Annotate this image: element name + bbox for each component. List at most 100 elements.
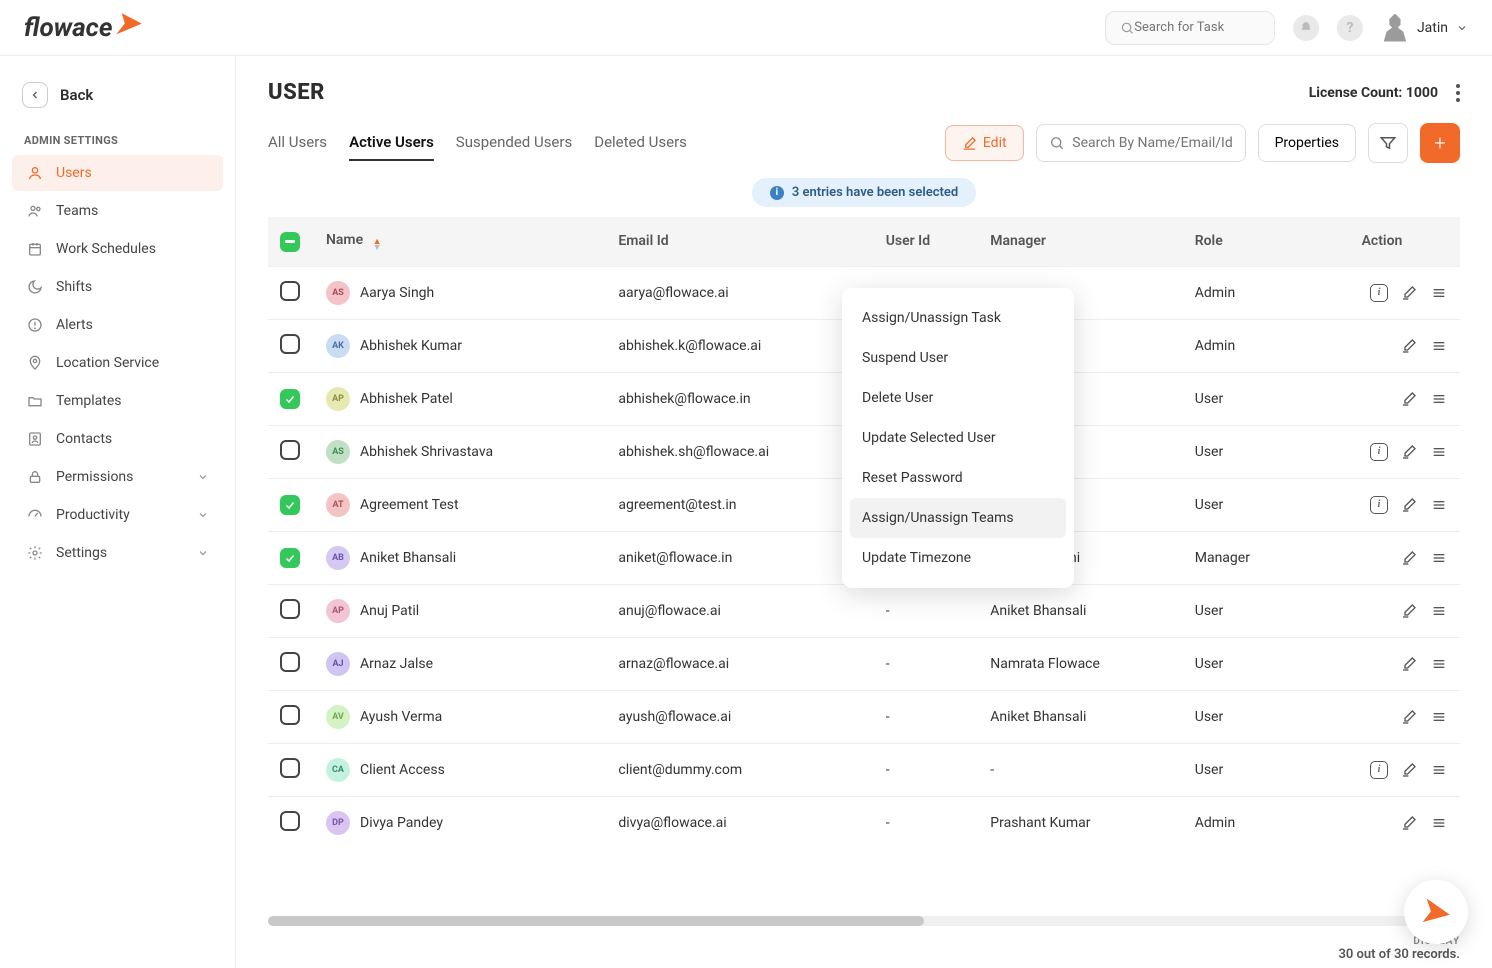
dropdown-item-update-selected-user[interactable]: Update Selected User [842, 418, 1074, 458]
row-menu-button[interactable] [1430, 708, 1448, 726]
dropdown-item-reset-password[interactable]: Reset Password [842, 458, 1074, 498]
sidebar-item-location-service[interactable]: Location Service [12, 345, 223, 381]
sidebar-item-productivity[interactable]: Productivity [12, 497, 223, 533]
table-row: AVAyush Vermaayush@flowace.ai-Aniket Bha… [268, 690, 1460, 743]
edit-row-button[interactable] [1400, 496, 1418, 514]
help-button[interactable]: ? [1337, 15, 1363, 41]
user-search[interactable] [1036, 124, 1246, 162]
col-email[interactable]: Email Id [606, 217, 873, 266]
select-all-checkbox[interactable] [280, 232, 300, 252]
row-menu-button[interactable] [1430, 496, 1448, 514]
user-email: agreement@test.in [606, 478, 873, 531]
tab-suspended-users[interactable]: Suspended Users [456, 125, 572, 161]
filter-button[interactable] [1368, 123, 1408, 163]
row-menu-button[interactable] [1430, 390, 1448, 408]
sidebar-item-work-schedules[interactable]: Work Schedules [12, 231, 223, 267]
scrollbar-thumb[interactable] [268, 916, 924, 926]
user-menu[interactable]: Jatin [1381, 14, 1468, 42]
edit-row-button[interactable] [1400, 284, 1418, 302]
user-manager: Aniket Bhansali [978, 690, 1182, 743]
pencil-icon [1401, 497, 1417, 513]
row-menu-button[interactable] [1430, 602, 1448, 620]
edit-row-button[interactable] [1400, 602, 1418, 620]
row-menu-button[interactable] [1430, 284, 1448, 302]
row-checkbox[interactable] [280, 334, 300, 354]
properties-button[interactable]: Properties [1258, 124, 1356, 162]
edit-button[interactable]: Edit [945, 125, 1024, 161]
pencil-icon [1401, 656, 1417, 672]
user-email: divya@flowace.ai [606, 796, 873, 849]
more-options-button[interactable] [1456, 84, 1460, 102]
col-manager[interactable]: Manager [978, 217, 1182, 266]
horizontal-scrollbar[interactable] [268, 916, 1460, 926]
notifications-button[interactable] [1293, 15, 1319, 41]
row-menu-button[interactable] [1430, 655, 1448, 673]
user-avatar: AV [326, 705, 350, 729]
back-button[interactable]: Back [12, 76, 223, 114]
edit-row-button[interactable] [1400, 337, 1418, 355]
sidebar-item-label: Users [56, 165, 92, 181]
dropdown-item-assign-unassign-task[interactable]: Assign/Unassign Task [842, 298, 1074, 338]
dropdown-item-suspend-user[interactable]: Suspend User [842, 338, 1074, 378]
user-email: arnaz@flowace.ai [606, 637, 873, 690]
edit-label: Edit [983, 135, 1007, 151]
sidebar-item-permissions[interactable]: Permissions [12, 459, 223, 495]
row-checkbox[interactable] [280, 495, 300, 515]
user-avatar: AS [326, 281, 350, 305]
user-email: abhishek.sh@flowace.ai [606, 425, 873, 478]
row-checkbox[interactable] [280, 811, 300, 831]
edit-row-button[interactable] [1400, 655, 1418, 673]
row-checkbox[interactable] [280, 389, 300, 409]
edit-row-button[interactable] [1400, 814, 1418, 832]
user-icon [26, 165, 44, 181]
user-email: abhishek@flowace.in [606, 372, 873, 425]
sidebar-item-users[interactable]: Users [12, 155, 223, 191]
info-button[interactable]: i [1370, 443, 1388, 461]
sidebar-item-teams[interactable]: Teams [12, 193, 223, 229]
dropdown-item-delete-user[interactable]: Delete User [842, 378, 1074, 418]
user-email: abhishek.k@flowace.ai [606, 319, 873, 372]
info-button[interactable]: i [1370, 284, 1388, 302]
sidebar-item-templates[interactable]: Templates [12, 383, 223, 419]
sidebar-item-settings[interactable]: Settings [12, 535, 223, 571]
dropdown-item-assign-unassign-teams[interactable]: Assign/Unassign Teams [850, 498, 1066, 538]
row-checkbox[interactable] [280, 652, 300, 672]
user-search-input[interactable] [1072, 135, 1232, 151]
edit-row-button[interactable] [1400, 549, 1418, 567]
info-button[interactable]: i [1370, 761, 1388, 779]
tab-deleted-users[interactable]: Deleted Users [594, 125, 687, 161]
edit-row-button[interactable] [1400, 390, 1418, 408]
col-name[interactable]: Name ▲▼ [314, 217, 606, 266]
contact-icon [26, 431, 44, 447]
edit-row-button[interactable] [1400, 443, 1418, 461]
info-icon: i [1370, 443, 1388, 461]
col-role[interactable]: Role [1183, 217, 1304, 266]
row-checkbox[interactable] [280, 758, 300, 778]
user-avatar: AP [326, 387, 350, 411]
help-float-button[interactable]: ➤ [1404, 880, 1468, 944]
tab-all-users[interactable]: All Users [268, 125, 327, 161]
dropdown-item-update-timezone[interactable]: Update Timezone [842, 538, 1074, 578]
row-menu-button[interactable] [1430, 761, 1448, 779]
row-checkbox[interactable] [280, 599, 300, 619]
row-menu-button[interactable] [1430, 337, 1448, 355]
global-search-input[interactable] [1134, 20, 1260, 35]
edit-row-button[interactable] [1400, 761, 1418, 779]
add-user-button[interactable]: + [1420, 123, 1460, 163]
sidebar-item-contacts[interactable]: Contacts [12, 421, 223, 457]
row-checkbox[interactable] [280, 440, 300, 460]
row-menu-button[interactable] [1430, 443, 1448, 461]
sidebar-item-shifts[interactable]: Shifts [12, 269, 223, 305]
edit-row-button[interactable] [1400, 708, 1418, 726]
global-search[interactable] [1105, 11, 1275, 45]
row-menu-button[interactable] [1430, 549, 1448, 567]
row-checkbox[interactable] [280, 705, 300, 725]
col-userid[interactable]: User Id [874, 217, 979, 266]
row-checkbox[interactable] [280, 548, 300, 568]
info-button[interactable]: i [1370, 496, 1388, 514]
row-checkbox[interactable] [280, 281, 300, 301]
user-name: Abhishek Shrivastava [360, 444, 493, 460]
sidebar-item-alerts[interactable]: Alerts [12, 307, 223, 343]
row-menu-button[interactable] [1430, 814, 1448, 832]
tab-active-users[interactable]: Active Users [349, 125, 434, 161]
